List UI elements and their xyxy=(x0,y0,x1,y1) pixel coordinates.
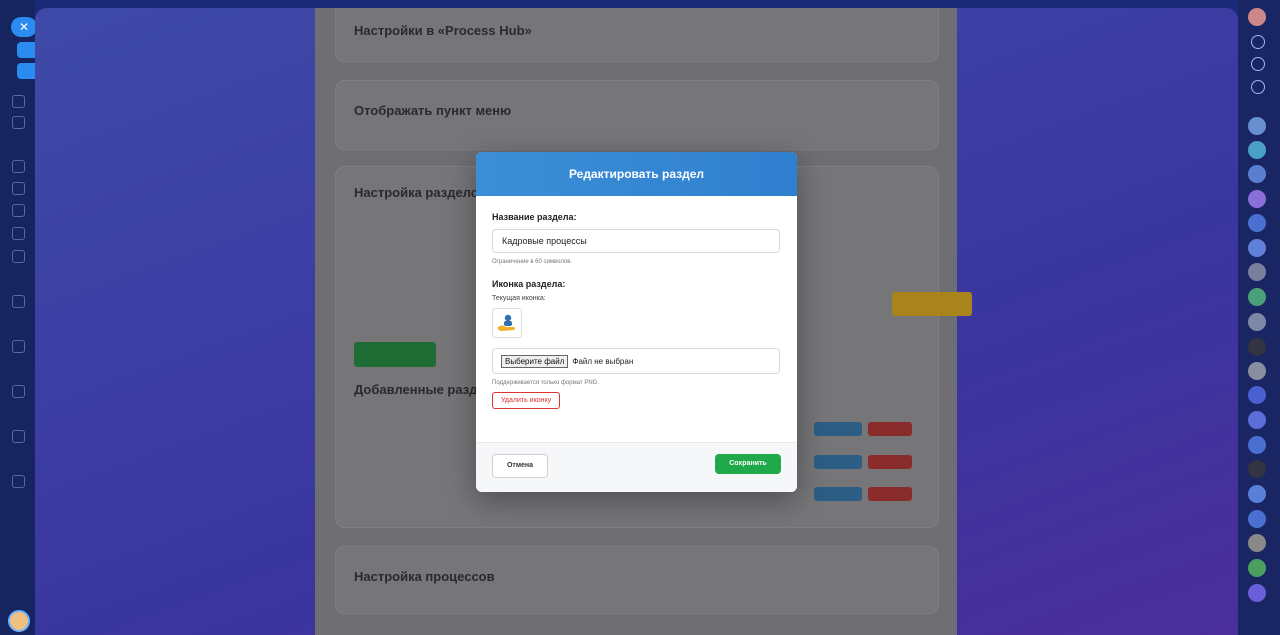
edit-section-modal: Редактировать раздел Название раздела: К… xyxy=(476,152,797,492)
contact-avatar[interactable] xyxy=(1248,141,1266,159)
menu-icon[interactable] xyxy=(12,340,25,353)
processes-card: Настройка процессов xyxy=(335,546,939,614)
message-icon[interactable] xyxy=(1251,80,1265,94)
menu-card: Отображать пункт меню xyxy=(335,80,939,150)
contact-avatar[interactable] xyxy=(1248,436,1266,454)
menu-icon[interactable] xyxy=(12,182,25,195)
current-icon-label: Текущая иконка: xyxy=(492,295,546,302)
user-avatar[interactable] xyxy=(1248,8,1266,26)
settings-card: Настройки в «Process Hub» xyxy=(335,8,939,62)
menu-icon[interactable] xyxy=(12,475,25,488)
menu-icon[interactable] xyxy=(12,430,25,443)
edit-button[interactable] xyxy=(814,487,862,501)
edit-button[interactable] xyxy=(814,422,862,436)
left-sidebar: ✕ xyxy=(0,0,39,635)
contact-avatar[interactable] xyxy=(1248,411,1266,429)
menu-icon[interactable] xyxy=(12,160,25,173)
current-icon-preview xyxy=(492,308,522,338)
contact-avatar[interactable] xyxy=(1248,386,1266,404)
delete-button[interactable] xyxy=(868,487,912,501)
card-title: Отображать пункт меню xyxy=(354,103,512,118)
cancel-button[interactable]: Отмена xyxy=(492,454,548,478)
contact-avatar[interactable] xyxy=(1248,239,1266,257)
bell-icon[interactable] xyxy=(1251,35,1265,49)
clear-button[interactable] xyxy=(892,292,972,316)
contact-avatar[interactable] xyxy=(1248,288,1266,306)
close-slider-button[interactable]: ✕ xyxy=(11,17,37,37)
menu-icon[interactable] xyxy=(12,385,25,398)
contact-avatar[interactable] xyxy=(1248,559,1266,577)
file-input[interactable]: Выберите файл Файл не выбран xyxy=(492,348,780,374)
choose-file-button[interactable]: Выберите файл xyxy=(501,354,569,368)
card-title: Настройки в «Process Hub» xyxy=(354,23,532,38)
contact-avatar[interactable] xyxy=(1248,165,1266,183)
hr-person-icon xyxy=(498,314,515,331)
contact-avatar[interactable] xyxy=(1248,338,1266,356)
section-name-input[interactable]: Кадровые процессы xyxy=(492,229,780,253)
save-button[interactable]: Сохранить xyxy=(715,454,781,474)
menu-icon[interactable] xyxy=(12,227,25,240)
menu-icon[interactable] xyxy=(12,95,25,108)
menu-icon[interactable] xyxy=(12,250,25,263)
contact-avatar[interactable] xyxy=(1248,510,1266,528)
menu-icon[interactable] xyxy=(12,116,25,129)
contact-avatar[interactable] xyxy=(1248,117,1266,135)
contact-avatar[interactable] xyxy=(1248,460,1266,478)
modal-footer: Отмена Сохранить xyxy=(476,442,797,492)
file-status: Файл не выбран xyxy=(572,356,634,366)
section-icon-label: Иконка раздела: xyxy=(492,279,566,289)
contact-avatar[interactable] xyxy=(1248,485,1266,503)
delete-button[interactable] xyxy=(868,455,912,469)
png-hint: Поддерживается только формат PNG. xyxy=(492,380,599,386)
card-title: Настройка разделов xyxy=(354,185,487,200)
add-button[interactable] xyxy=(354,342,436,367)
user-avatar[interactable] xyxy=(8,610,30,632)
section-name-label: Название раздела: xyxy=(492,212,577,222)
modal-title: Редактировать раздел xyxy=(568,167,705,181)
chat-icon[interactable] xyxy=(1251,57,1265,71)
contact-avatar[interactable] xyxy=(1248,584,1266,602)
modal-body: Название раздела: Кадровые процессы Огра… xyxy=(476,196,797,442)
contact-avatar[interactable] xyxy=(1248,190,1266,208)
contact-avatar[interactable] xyxy=(1248,214,1266,232)
contact-avatar[interactable] xyxy=(1248,362,1266,380)
modal-header: Редактировать раздел xyxy=(476,152,797,196)
delete-button[interactable] xyxy=(868,422,912,436)
card-title: Настройка процессов xyxy=(354,569,495,584)
contact-avatar[interactable] xyxy=(1248,534,1266,552)
contact-avatar[interactable] xyxy=(1248,263,1266,281)
section-name-hint: Ограничение в 60 символов. xyxy=(492,259,573,265)
contact-avatar[interactable] xyxy=(1248,313,1266,331)
menu-icon[interactable] xyxy=(12,295,25,308)
delete-icon-button[interactable]: Удалить иконку xyxy=(492,392,561,409)
edit-button[interactable] xyxy=(814,455,862,469)
menu-icon[interactable] xyxy=(12,204,25,217)
right-sidebar xyxy=(1238,0,1280,635)
